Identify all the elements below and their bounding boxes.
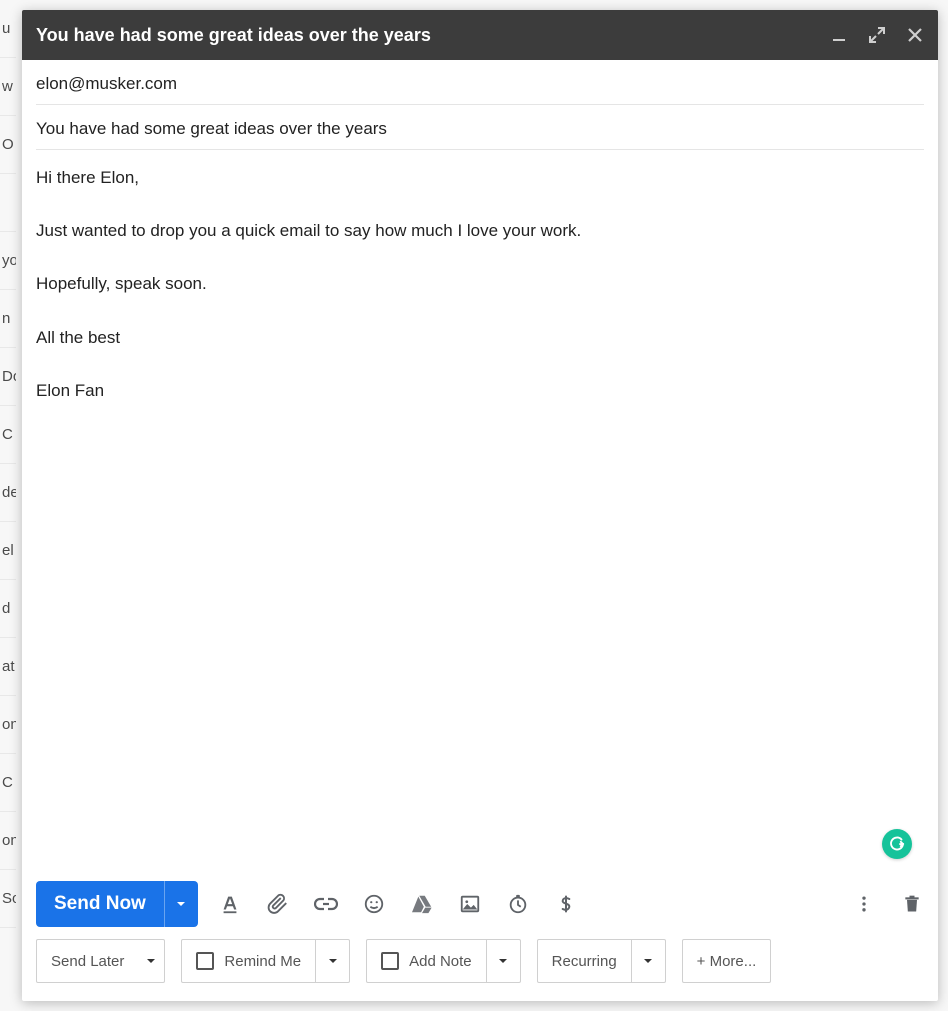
body-line: Hi there Elon, [36, 164, 924, 191]
more-extensions-button[interactable]: + More... [682, 939, 772, 983]
background-mail-list: uwOyonDoCdeeldatonConSo [0, 0, 16, 1011]
chevron-down-icon[interactable] [631, 940, 665, 982]
background-row: de [0, 464, 16, 522]
background-row: Do [0, 348, 16, 406]
background-row: u [0, 0, 16, 58]
format-icons [218, 892, 578, 916]
drive-icon[interactable] [410, 892, 434, 916]
background-row: w [0, 58, 16, 116]
background-row: on [0, 812, 16, 870]
background-row: d [0, 580, 16, 638]
background-row: at [0, 638, 16, 696]
send-now-button[interactable]: Send Now [36, 881, 164, 927]
background-row: yo [0, 232, 16, 290]
send-later-label: Send Later [51, 953, 124, 970]
discard-icon[interactable] [900, 892, 924, 916]
format-text-icon[interactable] [218, 892, 242, 916]
background-row: on [0, 696, 16, 754]
background-row: C [0, 754, 16, 812]
body-line: Elon Fan [36, 377, 924, 404]
chevron-down-icon[interactable] [486, 940, 520, 982]
chevron-down-icon[interactable] [315, 940, 349, 982]
background-row: el [0, 522, 16, 580]
expand-icon[interactable] [868, 26, 886, 44]
titlebar: You have had some great ideas over the y… [22, 10, 938, 60]
remind-me-button[interactable]: Remind Me [181, 939, 350, 983]
body-line: All the best [36, 324, 924, 351]
money-icon[interactable] [554, 892, 578, 916]
background-row [0, 174, 16, 232]
checkbox-icon [381, 952, 399, 970]
send-dropdown-button[interactable] [164, 881, 198, 927]
remind-me-label: Remind Me [224, 953, 301, 970]
background-row: n [0, 290, 16, 348]
compose-toolbar: Send Now [22, 873, 938, 927]
add-note-label: Add Note [409, 953, 472, 970]
message-body[interactable]: Hi there Elon, Just wanted to drop you a … [22, 150, 938, 873]
subject-field[interactable]: You have had some great ideas over the y… [36, 105, 924, 150]
background-row: So [0, 870, 16, 928]
minimize-icon[interactable] [830, 26, 848, 44]
emoji-icon[interactable] [362, 892, 386, 916]
attach-icon[interactable] [266, 892, 290, 916]
background-row: C [0, 406, 16, 464]
close-icon[interactable] [906, 26, 924, 44]
add-note-button[interactable]: Add Note [366, 939, 521, 983]
extension-buttons-row: Send Later Remind Me Add Note [22, 927, 938, 1001]
right-actions [852, 892, 924, 916]
recurring-label: Recurring [552, 953, 617, 970]
grammarly-icon[interactable] [882, 829, 912, 859]
checkbox-icon [196, 952, 214, 970]
confidential-icon[interactable] [506, 892, 530, 916]
recurring-button[interactable]: Recurring [537, 939, 666, 983]
send-button-group: Send Now [36, 881, 198, 927]
body-line: Hopefully, speak soon. [36, 270, 924, 297]
body-line: Just wanted to drop you a quick email to… [36, 217, 924, 244]
compose-window: You have had some great ideas over the y… [22, 10, 938, 1001]
header-fields: elon@musker.com You have had some great … [22, 60, 938, 150]
background-row: O [0, 116, 16, 174]
chevron-down-icon [138, 940, 164, 982]
link-icon[interactable] [314, 892, 338, 916]
more-label: + More... [697, 953, 757, 970]
window-title: You have had some great ideas over the y… [36, 25, 830, 46]
image-icon[interactable] [458, 892, 482, 916]
titlebar-actions [830, 26, 924, 44]
to-field[interactable]: elon@musker.com [36, 60, 924, 105]
more-options-icon[interactable] [852, 892, 876, 916]
send-later-button[interactable]: Send Later [36, 939, 165, 983]
